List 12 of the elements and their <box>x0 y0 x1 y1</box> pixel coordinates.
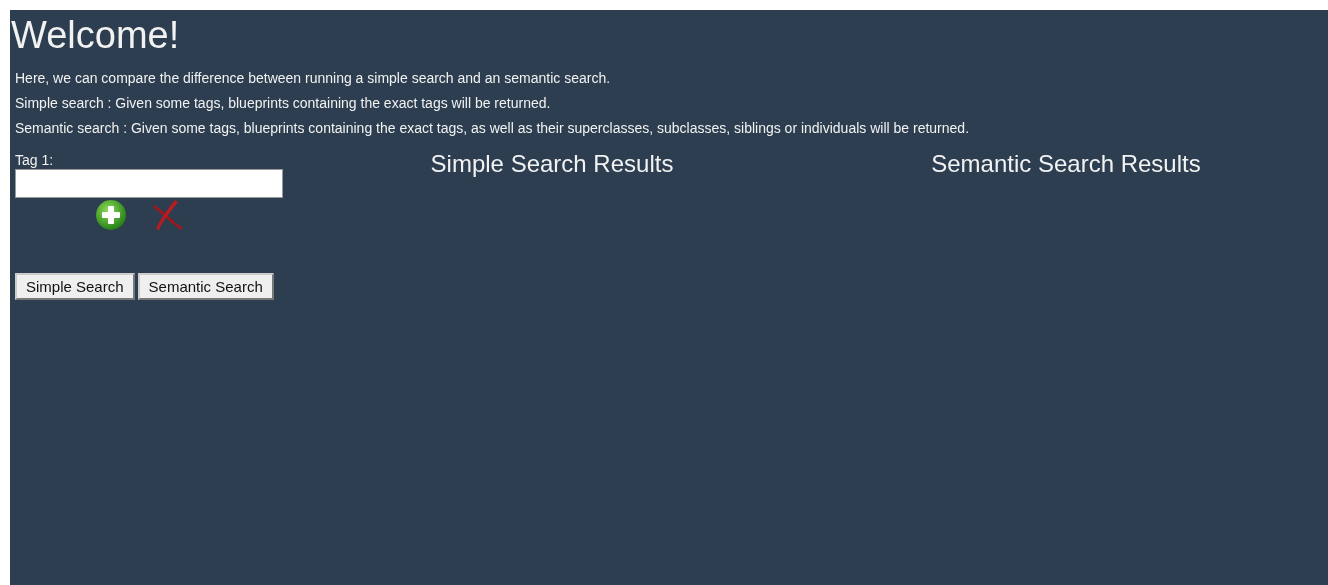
tag-label: Tag 1: <box>15 151 54 169</box>
tag-input-field[interactable] <box>15 169 283 198</box>
intro-text: Simple search : Given some tags, blueprints containing the exact tags will be returned. <box>15 94 552 113</box>
results-heading: Simple Search Results <box>429 151 675 177</box>
intro-text: Here, we can compare the difference between running a simple search and an semantic search. <box>15 69 612 88</box>
results-heading: Semantic Search Results <box>930 151 1202 177</box>
search-button[interactable]: Semantic Search <box>137 273 274 300</box>
search-button[interactable]: Simple Search <box>15 273 135 300</box>
add-icon[interactable] <box>95 199 127 231</box>
intro-text: Semantic search : Given some tags, blueprints containing the exact tags, as well as their superclasses, subclasses, siblings or individuals will be returned. <box>15 119 971 138</box>
remove-icon[interactable] <box>151 199 185 231</box>
page-title: Welcome! <box>11 13 181 58</box>
